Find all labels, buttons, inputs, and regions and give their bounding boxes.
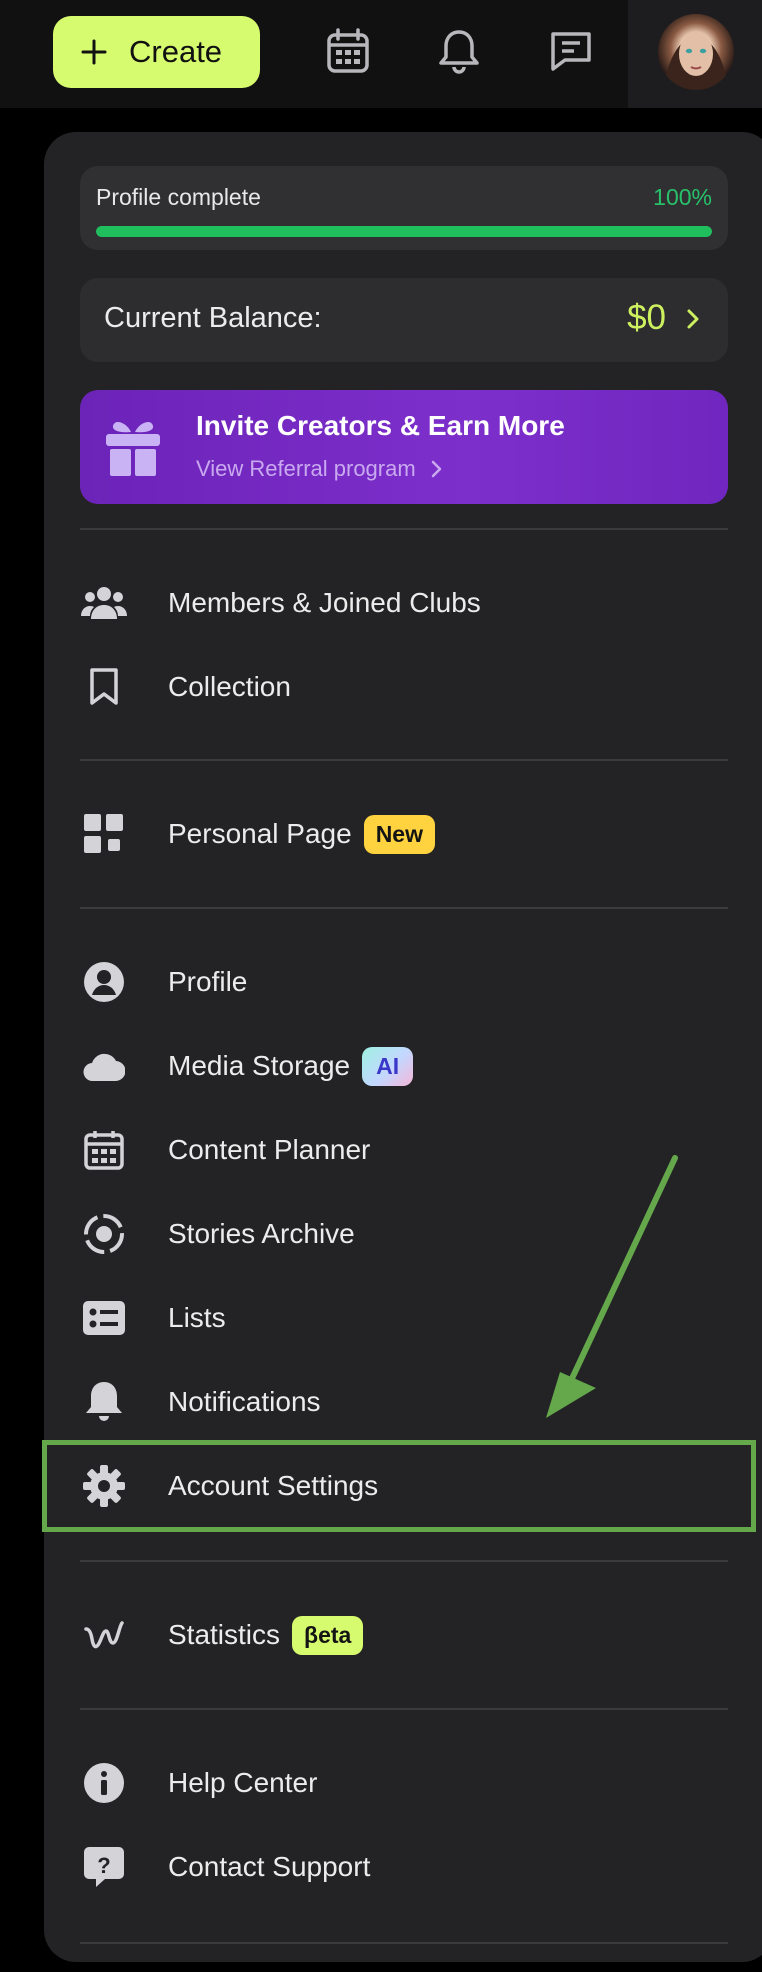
menu-item-label: Contact Support <box>168 1851 371 1882</box>
chat-icon[interactable] <box>549 28 593 74</box>
progress-fill <box>96 226 712 237</box>
chevron-right-icon <box>687 309 699 329</box>
plus-icon <box>81 39 107 65</box>
avatar-button[interactable] <box>628 0 762 108</box>
stories-icon <box>80 1210 128 1258</box>
referral-banner[interactable]: Invite Creators & Earn More View Referra… <box>80 390 728 504</box>
referral-title: Invite Creators & Earn More <box>196 410 565 441</box>
annotation-arrow <box>546 1155 678 1418</box>
menu-item-label: Help Center <box>168 1767 318 1798</box>
menu-item-profile[interactable]: Profile <box>80 946 728 1018</box>
menu-item-help-center[interactable]: Help Center <box>80 1747 728 1819</box>
balance-label: Current Balance: <box>104 302 322 334</box>
menu-item-members-clubs[interactable]: Members & Joined Clubs <box>80 567 728 639</box>
balance-card[interactable]: Current Balance: $0 <box>80 278 728 362</box>
menu-item-label: Profile <box>168 966 248 997</box>
bookmark-icon <box>80 663 128 711</box>
create-label: Create <box>129 34 223 69</box>
menu-item-statistics[interactable]: Statistics βeta <box>80 1599 728 1671</box>
menu-item-label: Content Planner <box>168 1134 371 1165</box>
calendar-icon[interactable] <box>326 28 370 74</box>
svg-text:?: ? <box>97 1853 110 1878</box>
balance-value: $0 <box>627 298 666 337</box>
bell-icon[interactable] <box>437 28 481 74</box>
new-badge: New <box>363 814 435 854</box>
help-chat-icon: ? <box>80 1843 128 1891</box>
avatar <box>658 14 734 90</box>
grid-icon <box>80 810 128 858</box>
menu-item-label: Personal Page <box>168 818 352 849</box>
stats-icon <box>80 1611 128 1659</box>
create-button[interactable]: Create <box>53 16 260 88</box>
menu-item-contact-support[interactable]: ? Contact Support <box>80 1831 728 1903</box>
profile-progress-card[interactable]: Profile complete 100% <box>80 166 728 250</box>
divider <box>80 1708 728 1710</box>
info-icon <box>80 1759 128 1807</box>
list-icon <box>80 1294 128 1342</box>
menu-item-label: Collection <box>168 671 291 702</box>
menu-item-label: Lists <box>168 1302 226 1333</box>
menu-item-label: Stories Archive <box>168 1218 355 1249</box>
beta-badge: βeta <box>292 1615 364 1655</box>
menu-item-label: Members & Joined Clubs <box>168 587 481 618</box>
menu-item-label: Statistics <box>168 1619 281 1650</box>
divider <box>80 1942 728 1944</box>
user-circle-icon <box>80 958 128 1006</box>
menu-item-label: Media Storage <box>168 1050 351 1081</box>
people-icon <box>80 579 128 627</box>
menu-item-media-storage[interactable]: Media Storage AI <box>80 1030 728 1102</box>
cloud-icon <box>80 1042 128 1090</box>
gift-icon <box>106 421 160 476</box>
calendar-icon <box>80 1126 128 1174</box>
bell-icon <box>80 1378 128 1426</box>
progress-label: Profile complete <box>96 184 261 210</box>
referral-link[interactable]: View Referral program <box>196 456 442 482</box>
chevron-right-icon <box>431 460 441 478</box>
divider <box>80 528 728 530</box>
highlight-box <box>42 1440 756 1532</box>
menu-item-collection[interactable]: Collection <box>80 651 728 723</box>
divider <box>80 907 728 909</box>
divider <box>80 759 728 761</box>
progress-percent: 100% <box>653 184 712 210</box>
referral-subtitle: View Referral program <box>196 456 416 481</box>
top-bar: Create <box>0 0 762 108</box>
menu-item-label: Notifications <box>168 1386 321 1417</box>
divider <box>80 1560 728 1562</box>
menu-item-personal-page[interactable]: Personal Page New <box>80 798 728 870</box>
ai-badge: AI <box>362 1046 414 1086</box>
progress-track <box>96 226 712 237</box>
